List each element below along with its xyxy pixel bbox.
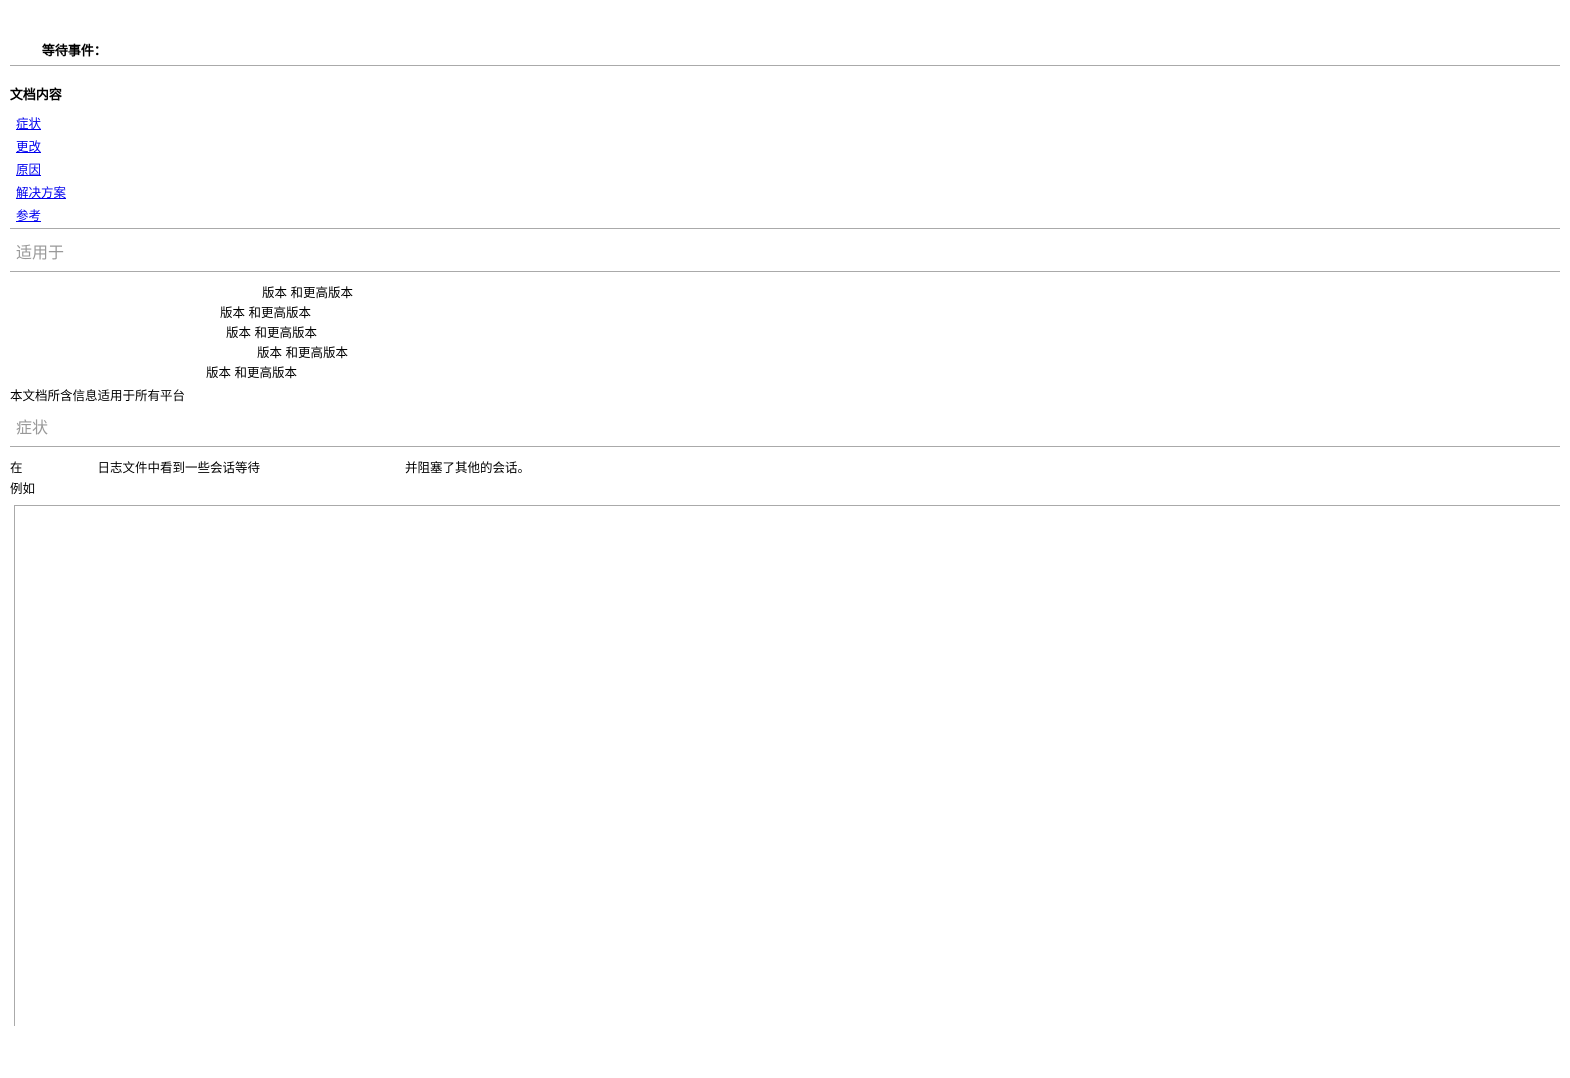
toc-reference[interactable]: 参考: [16, 209, 41, 223]
toc-list: 症状 更改 原因 解决方案 参考: [10, 113, 1560, 224]
doc-content-heading: 文档内容: [10, 84, 1560, 103]
toc-changes[interactable]: 更改: [16, 140, 41, 154]
page-title: 等待事件：: [10, 40, 1560, 59]
toc-cause[interactable]: 原因: [16, 163, 41, 177]
code-block: [14, 505, 1560, 1026]
applies-to-item: 版本 和更高版本: [10, 322, 1560, 341]
applies-to-item: 版本 和更高版本: [10, 362, 1560, 381]
applies-to-item: 版本 和更高版本: [10, 302, 1560, 321]
example-label: 例如: [10, 478, 1560, 497]
divider: [10, 271, 1560, 272]
symptom-text: 在日志文件中看到一些会话等待并阻塞了其他的会话。: [10, 457, 1560, 476]
toc-symptom[interactable]: 症状: [16, 117, 41, 131]
symptom-heading: 症状: [16, 414, 1560, 438]
divider: [10, 65, 1560, 66]
divider: [10, 228, 1560, 229]
platform-note: 本文档所含信息适用于所有平台: [10, 385, 1560, 404]
toc-solution[interactable]: 解决方案: [16, 186, 66, 200]
applies-to-heading: 适用于: [16, 239, 1560, 263]
divider: [10, 446, 1560, 447]
applies-to-item: 版本 和更高版本: [10, 342, 1560, 361]
applies-to-list: 版本 和更高版本 版本 和更高版本 版本 和更高版本 版本 和更高版本 版本 和…: [10, 282, 1560, 381]
applies-to-item: 版本 和更高版本: [10, 282, 1560, 301]
